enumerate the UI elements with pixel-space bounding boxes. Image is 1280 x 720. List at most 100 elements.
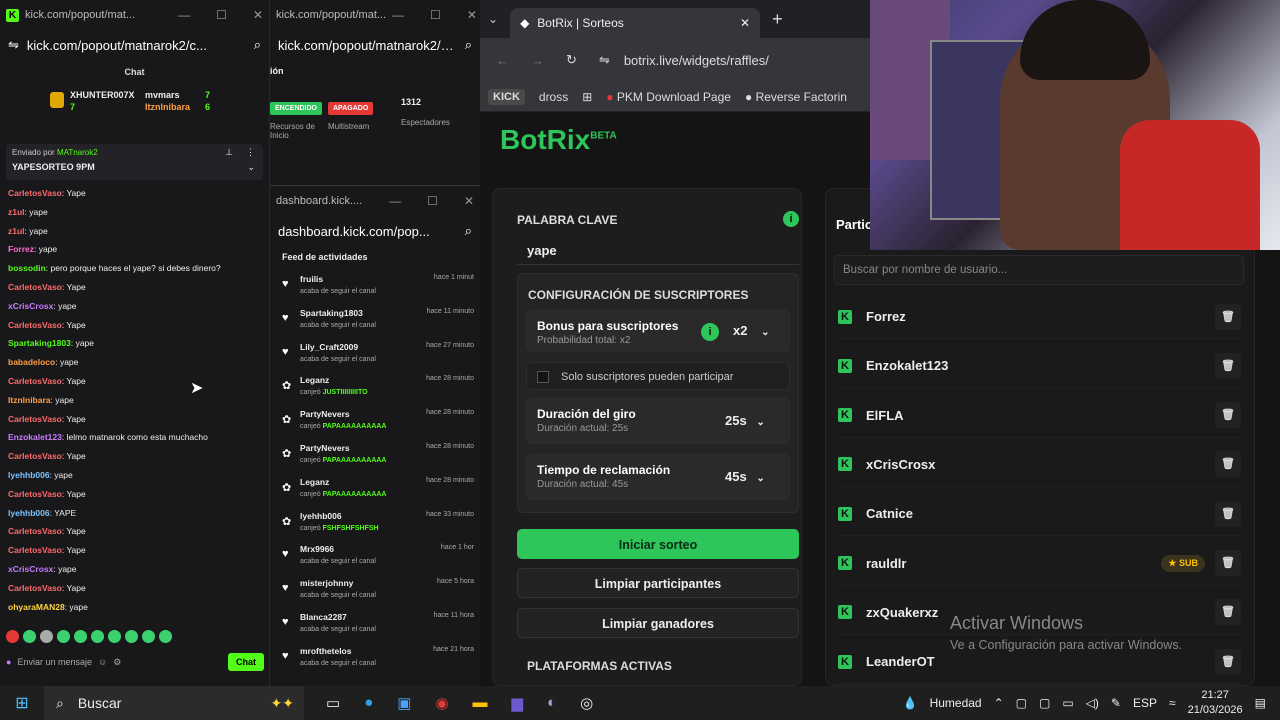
feed-username[interactable]: lyehhb006 — [300, 511, 342, 521]
info-icon[interactable]: i — [783, 211, 799, 227]
chat-message[interactable]: CarletosVaso: Yape — [8, 522, 261, 541]
feed-item[interactable]: ✿ lyehhb006 canjeó FSHFSHFSHFSH hace 33 min… — [276, 509, 474, 543]
chat-message[interactable]: babadeloco: yape — [8, 353, 261, 372]
chat-message[interactable]: CarletosVaso: Yape — [8, 447, 261, 466]
delete-participant-icon[interactable]: 🗑 — [1215, 451, 1241, 478]
chat-message[interactable]: z1ul: yape — [8, 203, 261, 222]
emote-icon[interactable] — [6, 630, 19, 643]
wifi-icon[interactable]: ≈ — [1169, 696, 1176, 710]
file-explorer-icon[interactable]: ▬ — [473, 694, 488, 712]
info-icon[interactable]: i — [701, 323, 719, 341]
chat-username[interactable]: CarletosVaso — [8, 526, 62, 536]
feed-username[interactable]: mrofthetelos — [300, 646, 351, 656]
site-settings-icon[interactable]: ⇋ — [599, 52, 610, 68]
status-off-tag[interactable]: APAGADO — [328, 102, 374, 115]
delete-participant-icon[interactable]: 🗑 — [1215, 402, 1241, 429]
chat-username[interactable]: CarletosVaso — [8, 545, 62, 555]
minimize-icon[interactable]: — — [178, 8, 190, 22]
feed-item[interactable]: ♥ Lily_Craft2009 acaba de seguir el canal h… — [276, 340, 474, 374]
chat-message[interactable]: CarletosVaso: Yape — [8, 278, 261, 297]
tray-icon[interactable]: ▢ — [1016, 696, 1027, 710]
botrix-logo[interactable]: BotRixBETA — [500, 124, 617, 156]
feed-username[interactable]: Leganz — [300, 375, 329, 385]
app-icon[interactable]: ◐ — [547, 694, 556, 712]
feed-username[interactable]: Blanca2287 — [300, 612, 347, 622]
premiere-icon[interactable]: ▆ — [512, 694, 524, 712]
participant-row[interactable]: Krauldlr ★ SUB 🗑 — [836, 542, 1241, 586]
participant-row[interactable]: K ElFLA 🗑 — [836, 394, 1241, 438]
chat-message[interactable]: CarletosVaso: Yape — [8, 184, 261, 203]
chat-message[interactable]: lyehhb006: YAPE — [8, 504, 261, 523]
tab-list-icon[interactable]: ⌄ — [488, 12, 498, 26]
back-icon[interactable]: ← — [496, 53, 509, 68]
delete-participant-icon[interactable]: 🗑 — [1215, 599, 1241, 626]
zoom-search-icon[interactable]: ⌕ — [465, 37, 472, 53]
chat-message[interactable]: CarletosVaso: Yape — [8, 372, 261, 391]
chat-username[interactable]: bossodin — [8, 263, 46, 273]
feed-item[interactable]: ✿ PartyNevers canjeó PAPAAAAAAAAAA hace 28 … — [276, 407, 474, 441]
participant-search-input[interactable]: Buscar por nombre de usuario... — [834, 255, 1244, 285]
start-raffle-button[interactable]: Iniciar sorteo — [517, 529, 799, 559]
minimize-icon[interactable]: — — [392, 8, 404, 22]
chat-username[interactable]: CarletosVaso — [8, 451, 62, 461]
delete-participant-icon[interactable]: 🗑 — [1215, 303, 1241, 330]
botrix-url[interactable]: botrix.live/widgets/raffles/ — [624, 53, 769, 68]
claim-select[interactable]: 45s ⌄ — [725, 469, 765, 484]
maximize-icon[interactable]: ☐ — [216, 8, 227, 22]
spin-select[interactable]: 25s ⌄ — [725, 413, 765, 428]
chat-username[interactable]: lyehhb006 — [8, 508, 50, 518]
chat-username[interactable]: Spartaking1803 — [8, 338, 71, 348]
chat-username[interactable]: z1ul — [8, 207, 25, 217]
chat-message[interactable]: CarletosVaso: Yape — [8, 541, 261, 560]
chat-message[interactable]: bossodin: pero porque haces el yape? si … — [8, 259, 261, 278]
chat-message[interactable]: xCrisCrosx: yape — [8, 560, 261, 579]
tab-botrix[interactable]: ◆ BotRix | Sorteos ✕ — [510, 8, 761, 38]
bonus-select[interactable]: x2 ⌄ — [733, 323, 769, 338]
settings-icon[interactable]: ⚙ — [113, 657, 121, 668]
emote-icon[interactable] — [91, 630, 104, 643]
emote-icon[interactable] — [108, 630, 121, 643]
emoji-icon[interactable]: ☺ — [98, 657, 107, 667]
chat-username[interactable]: CarletosVaso — [8, 489, 62, 499]
clock[interactable]: 21:27 21/03/2026 — [1188, 688, 1243, 718]
store-icon[interactable]: ▣ — [397, 694, 411, 712]
feed-item[interactable]: ✿ Leganz canjeó JUSTIIIIIIIIITO hace 28 min… — [276, 373, 474, 407]
chat-username[interactable]: z1ul — [8, 226, 25, 236]
feed-username[interactable]: Lily_Craft2009 — [300, 342, 358, 352]
participant-row[interactable]: K Forrez 🗑 — [836, 295, 1241, 339]
send-chat-button[interactable]: Chat — [228, 653, 264, 671]
chat-message[interactable]: z1ul: yape — [8, 222, 261, 241]
keyword-input[interactable]: yape — [517, 229, 799, 265]
clear-winners-button[interactable]: Limpiar ganadores — [517, 608, 799, 638]
volume-icon[interactable]: ◁) — [1086, 696, 1099, 710]
notifications-icon[interactable]: ▤ — [1255, 696, 1266, 710]
more-options-icon[interactable]: ⋮ — [246, 147, 255, 158]
delete-participant-icon[interactable]: 🗑 — [1215, 648, 1241, 675]
zoom-search-icon[interactable]: ⌕ — [254, 37, 261, 53]
clear-participants-button[interactable]: Limpiar participantes — [517, 568, 799, 598]
chat-username[interactable]: xCrisCrosx — [8, 301, 53, 311]
chat-message[interactable]: lyehhb006: yape — [8, 466, 261, 485]
chat-username[interactable]: babadeloco — [8, 357, 55, 367]
chrome-icon[interactable]: ◉ — [435, 694, 448, 712]
feed-item[interactable]: ♥ Spartaking1803 acaba de seguir el canal h… — [276, 306, 474, 340]
feed-item[interactable]: ✿ Leganz canjeó PAPAAAAAAAAAA hace 28 minut… — [276, 475, 474, 509]
emote-icon[interactable] — [142, 630, 155, 643]
emote-icon[interactable] — [159, 630, 172, 643]
chat-username[interactable]: CarletosVaso — [8, 282, 62, 292]
delete-participant-icon[interactable]: 🗑 — [1215, 500, 1241, 527]
chat-message[interactable]: CarletosVaso: Yape — [8, 485, 261, 504]
emote-icon[interactable] — [125, 630, 138, 643]
bookmark-reverse[interactable]: ● Reverse Factorin — [745, 90, 847, 104]
chat-url[interactable]: kick.com/popout/matnarok2/c... — [27, 38, 246, 53]
pen-icon[interactable]: ✎ — [1111, 696, 1121, 710]
chat-username[interactable]: CarletosVaso — [8, 320, 62, 330]
only-subs-checkbox[interactable] — [537, 371, 549, 383]
chat-username[interactable]: lyehhb006 — [8, 470, 50, 480]
task-view-icon[interactable]: ▭ — [326, 694, 340, 712]
delete-participant-icon[interactable]: 🗑 — [1215, 352, 1241, 379]
delete-participant-icon[interactable]: 🗑 — [1215, 550, 1241, 576]
feed-username[interactable]: fruilis — [300, 274, 323, 284]
windows-start-icon[interactable]: ⊞ — [0, 693, 44, 713]
edge-icon[interactable]: ● — [364, 694, 373, 712]
